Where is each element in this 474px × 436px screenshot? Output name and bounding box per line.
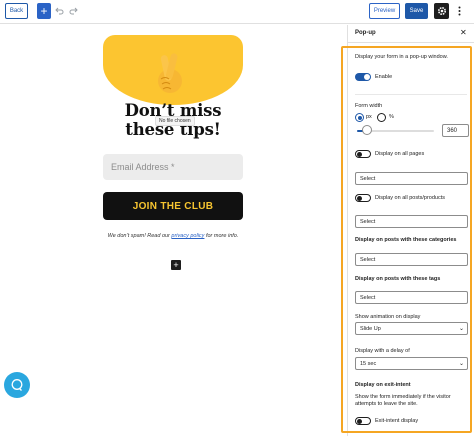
exit-intent-heading: Display on exit-intent (355, 382, 411, 388)
chat-icon (11, 379, 23, 391)
unit-px-radio[interactable] (355, 113, 364, 122)
form-width-label: Form width (355, 103, 383, 109)
privacy-policy-link[interactable]: privacy policy (171, 233, 204, 239)
unit-percent-radio[interactable] (377, 113, 386, 122)
settings-sidebar: Pop-up ✕ (347, 25, 474, 436)
enable-popup-toggle[interactable] (355, 73, 371, 81)
popup-intro-text: Display your form in a pop-up window. (355, 54, 448, 60)
sidebar-title: Pop-up (355, 30, 376, 36)
width-slider-thumb[interactable] (362, 125, 372, 135)
animation-value: Slide Up (360, 325, 381, 332)
animation-label: Show animation on display (355, 314, 421, 320)
preview-button[interactable]: Preview (369, 3, 400, 19)
categories-label: Display on posts with these categories (355, 237, 457, 243)
inline-add-block-button[interactable]: + (171, 260, 181, 270)
categories-select-input[interactable]: Select (355, 253, 468, 266)
close-icon[interactable]: ✕ (460, 28, 467, 37)
animation-select[interactable]: Slide Up ⌄ (355, 322, 468, 335)
crossed-fingers-icon (158, 53, 182, 93)
gear-icon (437, 6, 446, 16)
chevron-down-icon: ⌄ (458, 361, 464, 367)
display-all-pages-toggle[interactable] (355, 150, 371, 158)
file-chosen-tooltip: No file chosen (155, 116, 195, 126)
editor-toolbar: Back + Preview Save (0, 0, 474, 24)
tags-select-input[interactable]: Select (355, 291, 468, 304)
sidebar-header: Pop-up ✕ (348, 25, 474, 43)
hero-image[interactable] (103, 35, 243, 105)
settings-button[interactable] (434, 3, 449, 19)
unit-px-label: px (366, 114, 372, 120)
privacy-disclaimer: We don’t spam! Read our privacy policy f… (103, 232, 243, 240)
divider (355, 94, 467, 95)
unit-percent-label: % (389, 114, 394, 120)
redo-icon[interactable] (68, 5, 78, 17)
email-field[interactable]: Email Address * (103, 154, 243, 180)
width-number-input[interactable]: 360 (442, 124, 469, 137)
enable-label: Enable (375, 74, 393, 80)
display-all-posts-toggle[interactable] (355, 194, 371, 202)
delay-label: Display with a delay of (355, 348, 410, 354)
delay-value: 15 sec (360, 360, 377, 367)
more-options-button[interactable] (455, 3, 463, 19)
tags-label: Display on posts with these tags (355, 276, 441, 282)
exit-intent-toggle-label: Exit-intent display (375, 418, 419, 424)
editor-canvas (0, 25, 347, 436)
back-button[interactable]: Back (5, 3, 28, 19)
disclaimer-text-after: for more info. (204, 233, 239, 239)
exit-intent-description: Show the form immediately if the visitor… (355, 394, 451, 407)
chevron-down-icon: ⌄ (458, 326, 464, 332)
chat-bubble-button[interactable] (4, 372, 30, 398)
posts-select-input[interactable]: Select (355, 215, 468, 228)
display-all-posts-label: Display on all posts/products (375, 195, 446, 201)
vertical-dots-icon (458, 6, 460, 16)
join-club-button[interactable]: JOIN THE CLUB (103, 192, 243, 220)
display-all-pages-label: Display on all pages (375, 151, 425, 157)
pages-select-input[interactable]: Select (355, 172, 468, 185)
save-button[interactable]: Save (405, 3, 428, 19)
disclaimer-text-before: We don’t spam! Read our (107, 233, 172, 239)
undo-icon[interactable] (54, 5, 64, 17)
add-block-button[interactable]: + (37, 3, 51, 19)
exit-intent-toggle[interactable] (355, 417, 371, 425)
delay-select[interactable]: 15 sec ⌄ (355, 357, 468, 370)
